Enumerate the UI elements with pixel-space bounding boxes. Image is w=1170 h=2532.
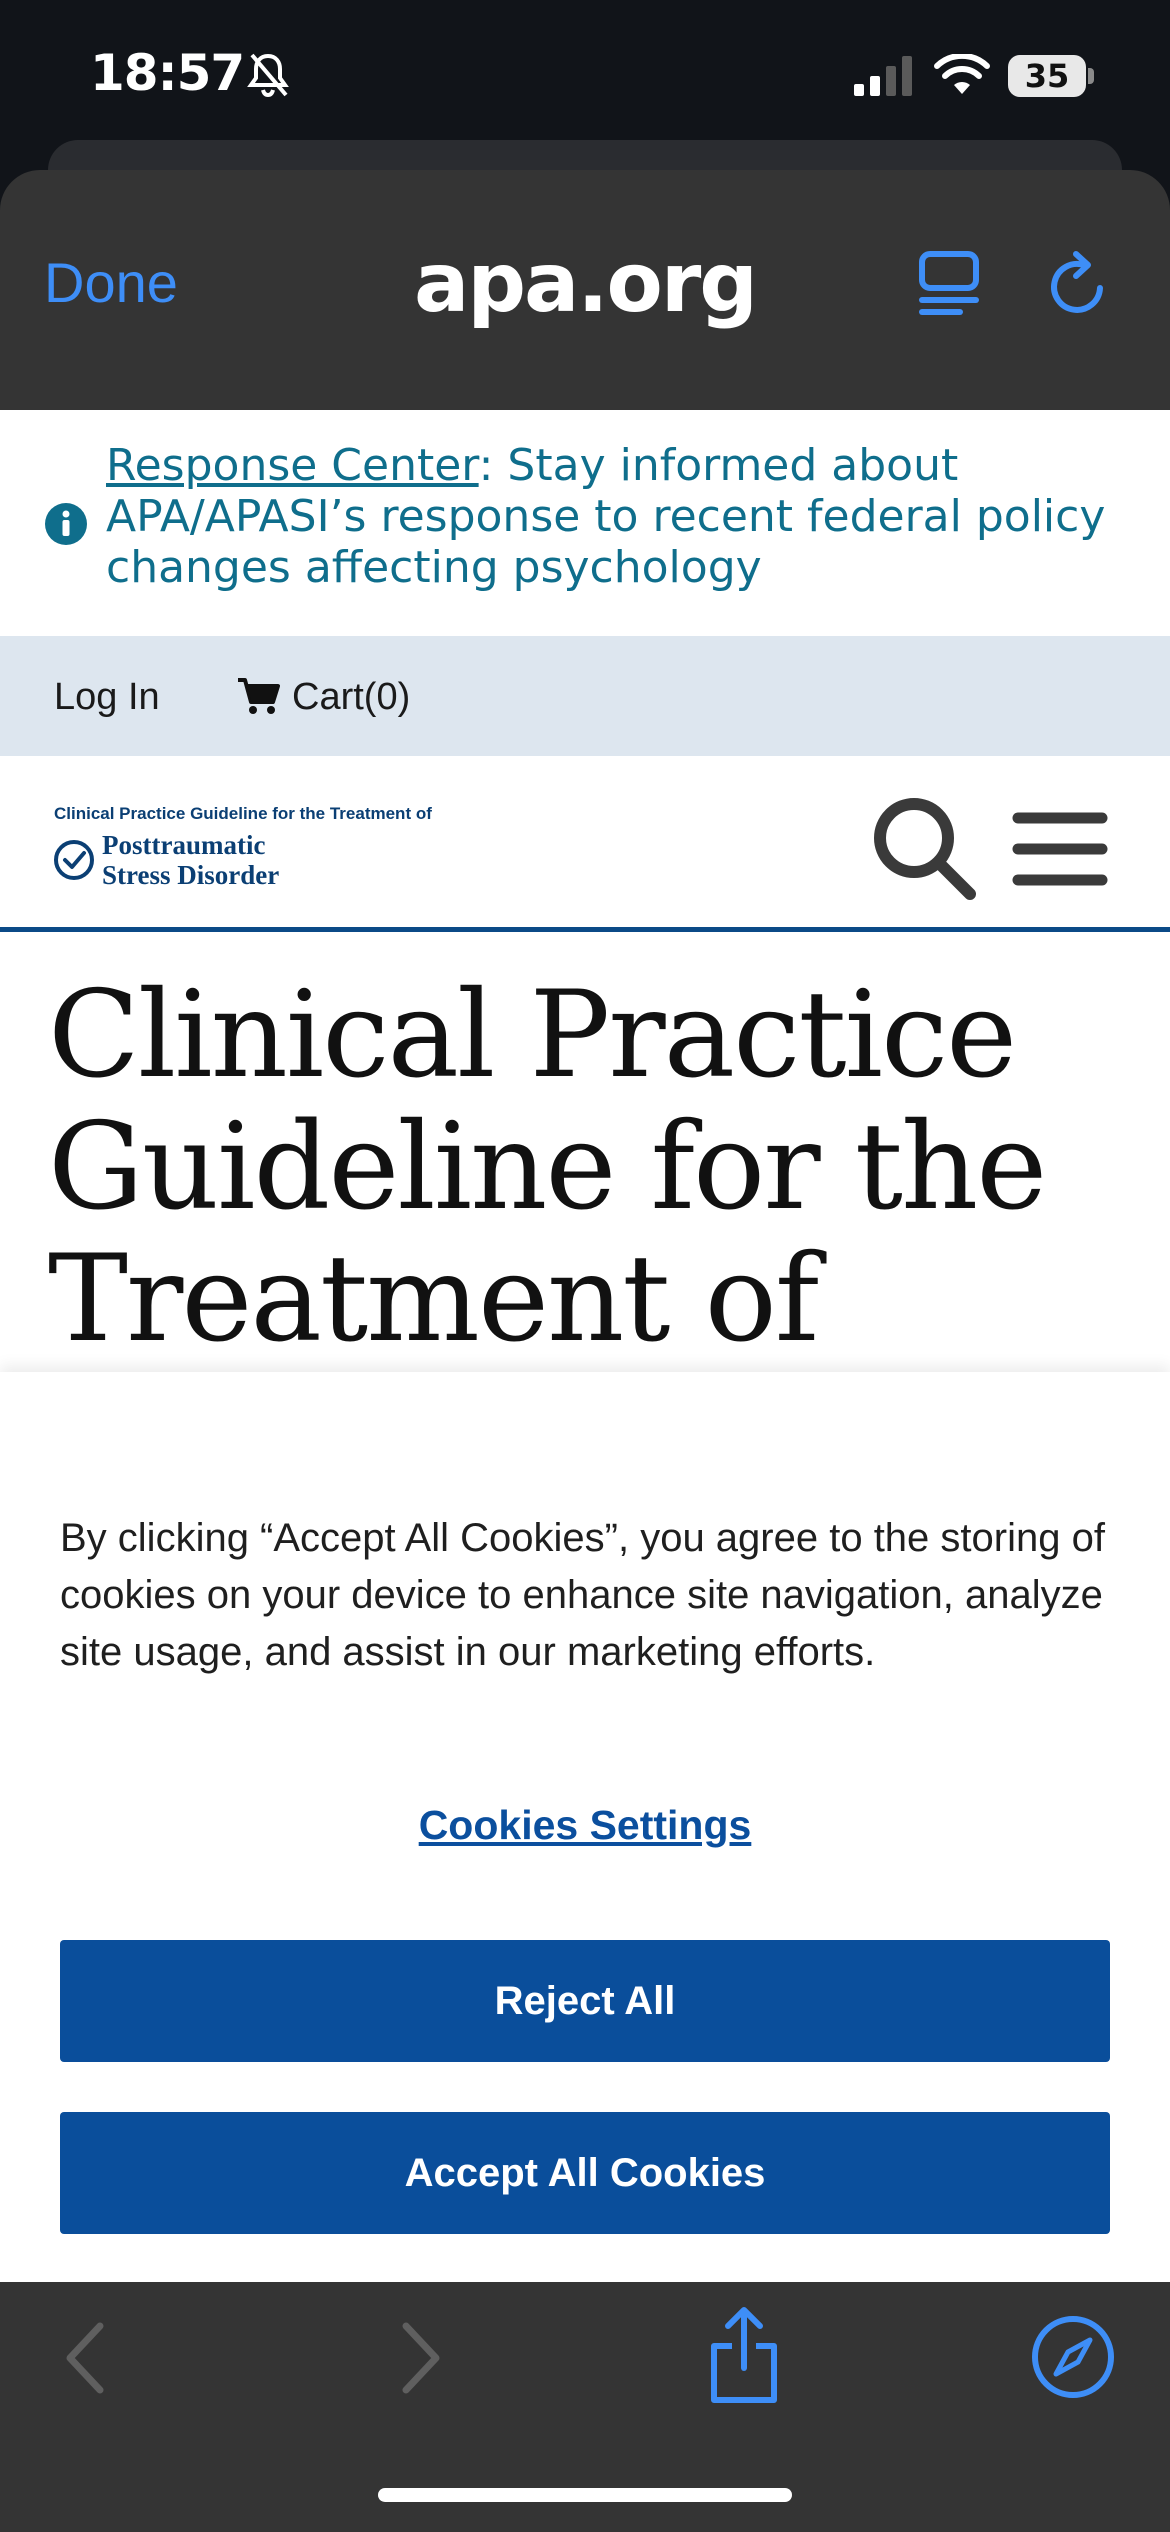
menu-icon[interactable]	[1012, 808, 1108, 890]
forward-icon[interactable]	[396, 2318, 446, 2398]
login-link[interactable]: Log In	[54, 676, 160, 719]
back-icon[interactable]	[60, 2318, 110, 2398]
share-icon[interactable]	[704, 2306, 784, 2406]
alert-text: Response Center: Stay informed about APA…	[106, 440, 1126, 593]
browser-toolbar	[0, 2282, 1170, 2532]
logo-line-1: Posttraumatic	[102, 830, 266, 860]
info-icon	[45, 503, 87, 545]
site-logo[interactable]: Posttraumatic Stress Disorder	[102, 830, 279, 890]
cookies-settings-link[interactable]: Cookies Settings	[0, 1802, 1170, 1849]
web-content: Response Center: Stay informed about APA…	[0, 410, 1170, 1372]
screen: 18:57 35 Done apa.org Response Center: S…	[0, 0, 1170, 2532]
site-header: Clinical Practice Guideline for the Trea…	[0, 756, 1170, 932]
response-center-link[interactable]: Response Center	[106, 440, 479, 491]
cart-icon[interactable]	[236, 676, 280, 716]
reader-icon[interactable]	[916, 248, 982, 318]
compass-icon[interactable]	[1030, 2314, 1116, 2400]
signal-icon	[854, 56, 912, 96]
bell-slash-icon	[247, 53, 289, 98]
logo-line-2: Stress Disorder	[102, 860, 280, 890]
wifi-icon	[934, 54, 990, 94]
reload-icon[interactable]	[1044, 248, 1114, 320]
cookie-banner: By clicking “Accept All Cookies”, you ag…	[0, 1372, 1170, 2282]
utility-nav: Log In Cart(0)	[0, 636, 1170, 756]
reject-all-button[interactable]: Reject All	[60, 1940, 1110, 2062]
accept-all-cookies-button[interactable]: Accept All Cookies	[60, 2112, 1110, 2234]
battery-cap	[1088, 68, 1094, 84]
domain-label: apa.org	[414, 236, 758, 331]
check-circle-icon	[54, 840, 94, 880]
battery-indicator: 35	[1008, 55, 1086, 97]
search-icon[interactable]	[868, 792, 980, 904]
logo-tagline: Clinical Practice Guideline for the Trea…	[54, 804, 432, 823]
cart-link[interactable]: Cart(0)	[292, 676, 410, 719]
status-time: 18:57	[90, 44, 245, 102]
status-bar: 18:57 35	[0, 0, 1170, 150]
alert-banner: Response Center: Stay informed about APA…	[0, 410, 1170, 636]
page-title: Clinical Practice Guideline for the Trea…	[48, 966, 1047, 1369]
cookie-text: By clicking “Accept All Cookies”, you ag…	[60, 1516, 1105, 1674]
home-indicator	[378, 2488, 792, 2502]
